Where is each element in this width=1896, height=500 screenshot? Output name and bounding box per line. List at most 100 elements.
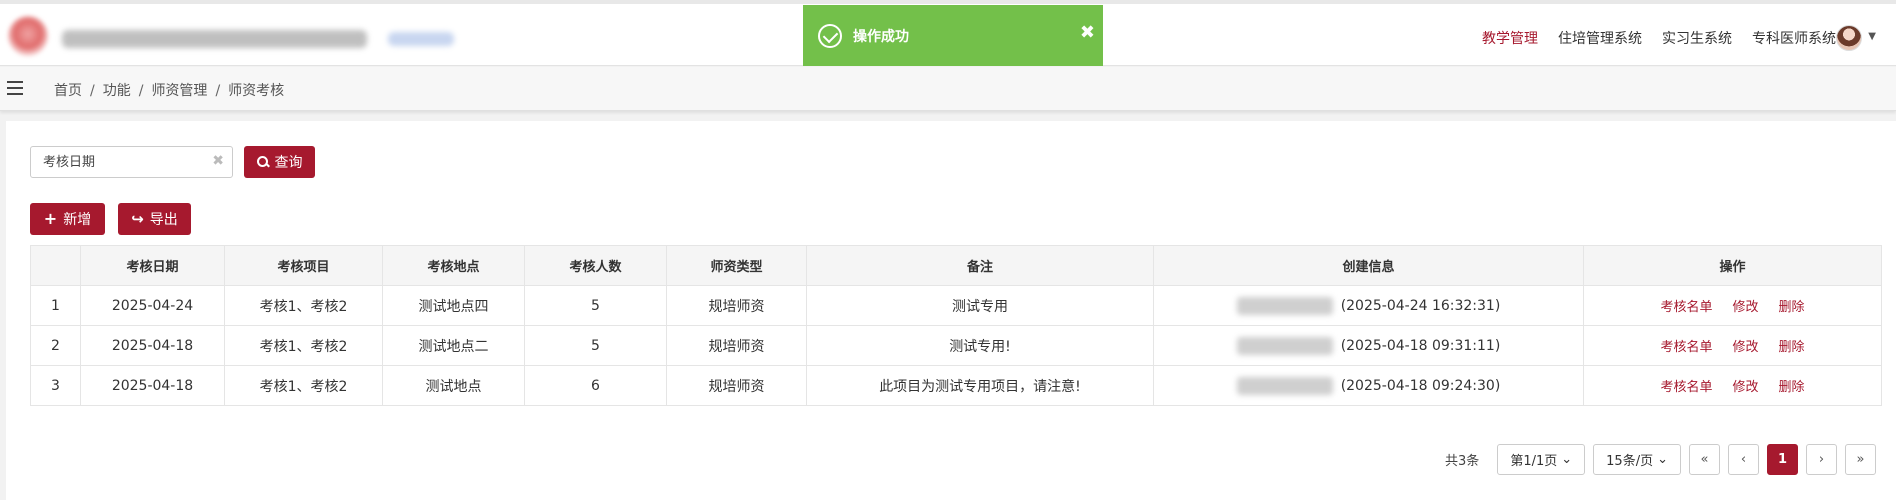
chevron-down-icon: ⌄ (1561, 452, 1573, 467)
assessment-table: 考核日期 考核项目 考核地点 考核人数 师资类型 备注 创建信息 操作 1 20… (30, 245, 1882, 406)
cell-type: 规培师资 (666, 325, 807, 366)
clear-icon[interactable]: ✖ (212, 153, 224, 169)
breadcrumb-teacher-management[interactable]: 师资管理 (151, 83, 207, 99)
cell-actions: 考核名单 修改 删除 (1583, 325, 1882, 366)
prev-page-button[interactable]: ‹ (1728, 444, 1759, 475)
breadcrumb-home[interactable]: 首页 (54, 83, 82, 99)
exam-list-link[interactable]: 考核名单 (1660, 380, 1712, 395)
search-icon (256, 156, 269, 168)
col-place: 考核地点 (382, 245, 525, 286)
avatar[interactable] (1836, 25, 1862, 51)
cell-index: 3 (30, 365, 81, 406)
cell-date: 2025-04-18 (80, 325, 225, 366)
page-size-select[interactable]: 15条/页 ⌄ (1593, 444, 1681, 475)
created-time: (2025-04-24 16:32:31) (1340, 297, 1501, 314)
col-created: 创建信息 (1153, 245, 1584, 286)
menu-toggle-icon[interactable] (7, 81, 23, 95)
cell-remark: 此项目为测试专用项目，请注意! (806, 365, 1154, 406)
col-remark: 备注 (806, 245, 1154, 286)
plus-icon: + (43, 209, 58, 228)
check-circle-icon (818, 24, 842, 48)
page-select-label: 第1/1页 (1510, 454, 1558, 469)
nav-intern-system[interactable]: 实习生系统 (1662, 28, 1732, 48)
last-page-button[interactable]: » (1845, 444, 1876, 475)
edit-link[interactable]: 修改 (1732, 340, 1758, 355)
col-actions: 操作 (1583, 245, 1882, 286)
cell-created: (2025-04-24 16:32:31) (1153, 285, 1584, 326)
creator-name-blurred (1236, 336, 1333, 355)
chevron-down-icon: ⌄ (1657, 452, 1668, 467)
top-nav: 教学管理 住培管理系统 实习生系统 专科医师系统 (1482, 28, 1836, 48)
breadcrumb-bar: 首页 / 功能 / 师资管理 / 师资考核 (0, 67, 1896, 111)
cell-type: 规培师资 (666, 365, 807, 406)
next-page-button[interactable]: › (1806, 444, 1837, 475)
cell-created: (2025-04-18 09:31:11) (1153, 325, 1584, 366)
cell-place: 测试地点二 (382, 325, 525, 366)
date-search-field[interactable]: ✖ (30, 146, 233, 178)
table-row: 2 2025-04-18 考核1、考核2 测试地点二 5 规培师资 测试专用! … (30, 325, 1882, 366)
cell-place: 测试地点四 (382, 285, 525, 326)
edit-link[interactable]: 修改 (1732, 300, 1758, 315)
hospital-name-blurred (62, 30, 367, 48)
first-page-button[interactable]: « (1689, 444, 1720, 475)
cell-index: 2 (30, 325, 81, 366)
creator-name-blurred (1236, 376, 1333, 395)
col-items: 考核项目 (224, 245, 383, 286)
main-panel: ✖ 查询 + 新增 ↪ 导出 考核日期 考核项目 考核地点 考核人数 师资类型 … (6, 121, 1896, 500)
cell-count: 5 (524, 285, 667, 326)
success-toast: 操作成功 ✖ (803, 5, 1103, 66)
total-count: 共3条 (1445, 454, 1480, 469)
cell-items: 考核1、考核2 (224, 285, 383, 326)
col-date: 考核日期 (80, 245, 225, 286)
cell-type: 规培师资 (666, 285, 807, 326)
cell-count: 5 (524, 325, 667, 366)
toast-close-icon[interactable]: ✖ (1080, 22, 1095, 43)
exam-list-link[interactable]: 考核名单 (1660, 340, 1712, 355)
cell-index: 1 (30, 285, 81, 326)
toast-message: 操作成功 (853, 29, 909, 45)
hospital-subtitle-blurred (388, 32, 454, 46)
pagination: 共3条 第1/1页 ⌄ 15条/页 ⌄ « ‹ 1 › » (1445, 444, 1876, 475)
page-size-label: 15条/页 (1606, 454, 1654, 469)
col-count: 考核人数 (524, 245, 667, 286)
cell-actions: 考核名单 修改 删除 (1583, 285, 1882, 326)
nav-teaching-management[interactable]: 教学管理 (1482, 28, 1538, 48)
breadcrumb: 首页 / 功能 / 师资管理 / 师资考核 (54, 83, 285, 99)
col-index (30, 245, 81, 286)
exam-list-link[interactable]: 考核名单 (1660, 300, 1712, 315)
table-row: 3 2025-04-18 考核1、考核2 测试地点 6 规培师资 此项目为测试专… (30, 365, 1882, 406)
cell-count: 6 (524, 365, 667, 406)
share-icon: ↪ (131, 209, 144, 228)
created-time: (2025-04-18 09:31:11) (1340, 337, 1501, 354)
export-button[interactable]: ↪ 导出 (118, 203, 191, 235)
col-type: 师资类型 (666, 245, 807, 286)
page-select[interactable]: 第1/1页 ⌄ (1497, 444, 1586, 475)
caret-down-icon[interactable]: ▼ (1868, 31, 1876, 42)
nav-residency-system[interactable]: 住培管理系统 (1558, 28, 1642, 48)
current-page-button[interactable]: 1 (1767, 444, 1798, 475)
delete-link[interactable]: 删除 (1779, 340, 1805, 355)
query-button-label: 查询 (274, 155, 303, 171)
table-header-row: 考核日期 考核项目 考核地点 考核人数 师资类型 备注 创建信息 操作 (30, 245, 1882, 286)
delete-link[interactable]: 删除 (1779, 380, 1805, 395)
cell-date: 2025-04-18 (80, 365, 225, 406)
nav-specialist-system[interactable]: 专科医师系统 (1752, 28, 1836, 48)
cell-remark: 测试专用 (806, 285, 1154, 326)
cell-items: 考核1、考核2 (224, 365, 383, 406)
table-row: 1 2025-04-24 考核1、考核2 测试地点四 5 规培师资 测试专用 (… (30, 285, 1882, 326)
date-search-input[interactable] (31, 147, 211, 177)
delete-link[interactable]: 删除 (1779, 300, 1805, 315)
cell-created: (2025-04-18 09:24:30) (1153, 365, 1584, 406)
add-button[interactable]: + 新增 (30, 203, 105, 235)
breadcrumb-function[interactable]: 功能 (103, 83, 131, 99)
cell-place: 测试地点 (382, 365, 525, 406)
cell-items: 考核1、考核2 (224, 325, 383, 366)
breadcrumb-teacher-assessment: 师资考核 (228, 83, 285, 99)
edit-link[interactable]: 修改 (1732, 380, 1758, 395)
logo-icon (8, 16, 48, 56)
cell-date: 2025-04-24 (80, 285, 225, 326)
add-button-label: 新增 (63, 212, 92, 228)
created-time: (2025-04-18 09:24:30) (1340, 377, 1501, 394)
query-button[interactable]: 查询 (244, 146, 315, 178)
cell-remark: 测试专用! (806, 325, 1154, 366)
